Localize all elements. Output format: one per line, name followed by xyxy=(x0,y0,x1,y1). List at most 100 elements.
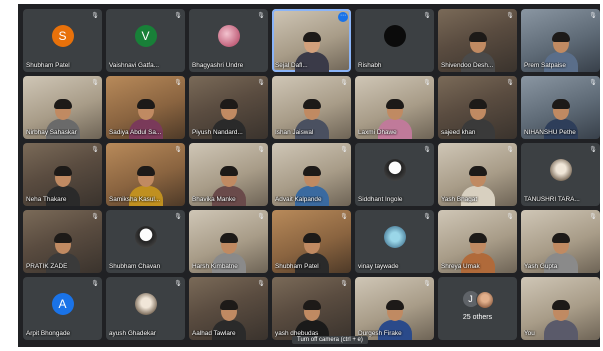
mic-off-icon: 🎙 xyxy=(91,147,99,153)
participant-tile[interactable]: 🎙 NIHANSHU Pethe xyxy=(521,76,600,139)
mic-off-icon: 🎙 xyxy=(91,281,99,287)
participant-name: Harsh Kimbatne xyxy=(192,263,238,270)
mic-off-icon: 🎙 xyxy=(174,281,182,287)
avatar xyxy=(383,226,406,248)
mic-off-icon: 🎙 xyxy=(506,147,514,153)
participant-tile[interactable]: 🎙 Sadiya Abdul Sa... xyxy=(106,76,185,139)
more-options-icon[interactable]: ⋯ xyxy=(338,12,348,22)
participant-tile[interactable]: 🎙 Yash Gupta xyxy=(521,210,600,273)
participant-name: sajeed khan xyxy=(441,129,476,136)
participant-name: Bhavika Manke xyxy=(192,196,236,203)
participant-name: Piyush Nandard... xyxy=(192,129,243,136)
mic-off-icon: 🎙 xyxy=(257,281,265,287)
participant-tile-active[interactable]: ⋯ Sejal Dafl... xyxy=(272,9,351,72)
participant-tile[interactable]: 🎙 Yash Bhagat xyxy=(438,143,517,206)
participant-tile[interactable]: 🎙 Advait Kalpande xyxy=(272,143,351,206)
participant-name: Rishabh xyxy=(358,62,382,69)
mic-off-icon: 🎙 xyxy=(589,80,597,86)
mic-off-icon: 🎙 xyxy=(340,214,348,220)
participant-tile[interactable]: 🎙 PRATIK ZADE xyxy=(23,210,102,273)
participant-name: Shivendoo Desh... xyxy=(441,62,494,69)
participant-grid: S 🎙 Shubham Patel V 🎙 Vaishnavi Gatfa...… xyxy=(23,9,600,340)
participant-tile[interactable]: 🎙 TANUSHRI TARA... xyxy=(521,143,600,206)
participant-name: Samiksha Kasul... xyxy=(109,196,161,203)
avatar xyxy=(383,25,406,47)
participant-name: Advait Kalpande xyxy=(275,196,322,203)
participant-tile[interactable]: 🎙 Aalhad Tawlare xyxy=(189,277,268,340)
participant-tile[interactable]: A 🎙 Arpit Bhongade xyxy=(23,277,102,340)
participant-name: Prem Satpaise xyxy=(524,62,566,69)
mic-off-icon: 🎙 xyxy=(91,80,99,86)
participant-tile[interactable]: 🎙 Nirbhay Sahaskar xyxy=(23,76,102,139)
avatar xyxy=(134,226,157,248)
mic-off-icon: 🎙 xyxy=(423,13,431,19)
participant-tile[interactable]: 🎙 Durgesh Firake xyxy=(355,277,434,340)
participant-tile[interactable]: 🎙 vinay taywade xyxy=(355,210,434,273)
avatar: A xyxy=(51,293,74,315)
participant-name: vinay taywade xyxy=(358,263,399,270)
mic-off-icon: 🎙 xyxy=(91,214,99,220)
participant-tile[interactable]: 🎙 Piyush Nandard... xyxy=(189,76,268,139)
participant-name: Siddhant Ingole xyxy=(358,196,403,203)
mic-off-icon: 🎙 xyxy=(91,13,99,19)
participant-tile[interactable]: 🎙 Shubham Patel xyxy=(272,210,351,273)
participant-tile[interactable]: 🎙 Harsh Kimbatne xyxy=(189,210,268,273)
participant-tile[interactable]: 🎙 Shreya Umak xyxy=(438,210,517,273)
participant-name: Laxmi Dhawe xyxy=(358,129,397,136)
participant-name: Ishan Jaiswal xyxy=(275,129,314,136)
mic-off-icon: 🎙 xyxy=(257,13,265,19)
participant-name: Yash Gupta xyxy=(524,263,558,270)
participant-name: Nirbhay Sahaskar xyxy=(26,129,77,136)
participant-name: Shreya Umak xyxy=(441,263,480,270)
participant-tile[interactable]: V 🎙 Vaishnavi Gatfa... xyxy=(106,9,185,72)
participant-tile[interactable]: 🎙 yash dhebudas xyxy=(272,277,351,340)
participant-name: Shubham Patel xyxy=(275,263,319,270)
participant-tile[interactable]: 🎙 Bhavika Manke xyxy=(189,143,268,206)
avatar xyxy=(549,159,572,181)
avatar: S xyxy=(51,25,74,47)
participant-name: Sejal Dafl... xyxy=(275,62,308,69)
participant-tile[interactable]: 🎙 sajeed khan xyxy=(438,76,517,139)
participant-tile[interactable]: 🎙 Rishabh xyxy=(355,9,434,72)
mic-off-icon: 🎙 xyxy=(340,147,348,153)
others-avatars: J xyxy=(462,291,494,309)
participant-tile[interactable]: 🎙 Shubham Chavan xyxy=(106,210,185,273)
mic-off-icon: 🎙 xyxy=(257,214,265,220)
others-tile[interactable]: J 25 others xyxy=(438,277,517,340)
participant-tile[interactable]: 🎙 Samiksha Kasul... xyxy=(106,143,185,206)
mic-off-icon: 🎙 xyxy=(506,13,514,19)
avatar: V xyxy=(134,25,157,47)
mic-off-icon: 🎙 xyxy=(506,214,514,220)
participant-tile[interactable]: S 🎙 Shubham Patel xyxy=(23,9,102,72)
participant-name: Sadiya Abdul Sa... xyxy=(109,129,162,136)
participant-tile[interactable]: 🎙 ayush Ghadekar xyxy=(106,277,185,340)
mic-off-icon: 🎙 xyxy=(423,80,431,86)
mic-off-icon: 🎙 xyxy=(340,80,348,86)
mic-off-icon: 🎙 xyxy=(174,214,182,220)
avatar xyxy=(475,291,494,309)
participant-name: You xyxy=(524,330,535,337)
mic-off-icon: 🎙 xyxy=(174,147,182,153)
participant-tile[interactable]: 🎙 Neha Thakare xyxy=(23,143,102,206)
participant-name: Shubham Patel xyxy=(26,62,70,69)
participant-name: Yash Bhagat xyxy=(441,196,478,203)
participant-tile[interactable]: 🎙 Shivendoo Desh... xyxy=(438,9,517,72)
participant-tile[interactable]: 🎙 Laxmi Dhawe xyxy=(355,76,434,139)
camera-tooltip: Turn off camera (ctrl + e) xyxy=(292,336,368,344)
mic-off-icon: 🎙 xyxy=(174,80,182,86)
participant-tile[interactable]: 🎙 Bhagyashri Undre xyxy=(189,9,268,72)
participant-tile[interactable]: 🎙 Siddhant Ingole xyxy=(355,143,434,206)
meeting-grid-area: S 🎙 Shubham Patel V 🎙 Vaishnavi Gatfa...… xyxy=(18,4,600,347)
participant-name: Shubham Chavan xyxy=(109,263,161,270)
mic-off-icon: 🎙 xyxy=(589,147,597,153)
mic-off-icon: 🎙 xyxy=(506,80,514,86)
participant-name: Vaishnavi Gatfa... xyxy=(109,62,159,69)
participant-name: Durgesh Firake xyxy=(358,330,402,337)
participant-tile[interactable]: 🎙 Prem Satpaise xyxy=(521,9,600,72)
participant-tile-self[interactable]: You xyxy=(521,277,600,340)
mic-off-icon: 🎙 xyxy=(423,147,431,153)
mic-off-icon: 🎙 xyxy=(589,13,597,19)
mic-off-icon: 🎙 xyxy=(589,214,597,220)
participant-name: Bhagyashri Undre xyxy=(192,62,244,69)
participant-tile[interactable]: 🎙 Ishan Jaiswal xyxy=(272,76,351,139)
